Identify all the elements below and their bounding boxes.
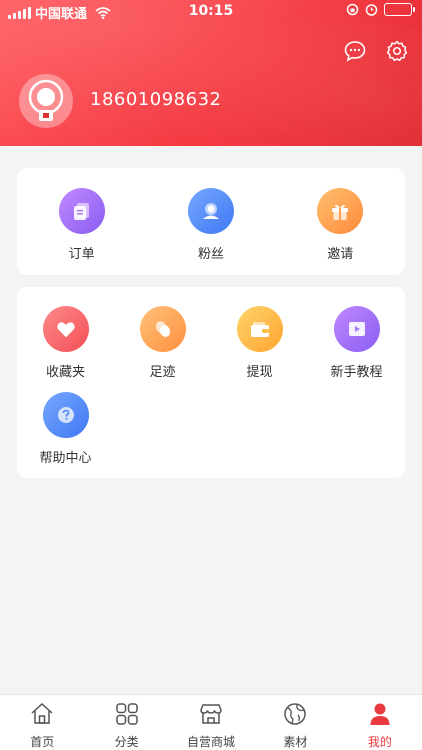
menu-item-label: 新手教程 [330,365,383,380]
status-bar: 中国联通 10:15 [0,0,422,24]
menu-item-label: 提现 [246,365,273,380]
tab-store[interactable]: 自营商城 [169,695,253,750]
footprint-icon [139,306,186,352]
fans-icon [187,188,234,234]
alarm-icon [365,3,378,16]
battery-icon [384,3,415,16]
secondary-menu-card: 收藏夹 足迹 提现 新手教程 帮助中心 [17,287,405,478]
order-icon [58,188,105,234]
menu-item-label: 粉丝 [197,247,224,262]
bottom-tab-bar: 首页 分类 自营商城 素材 我的 [0,694,422,750]
menu-item-withdraw[interactable]: 提现 [211,306,308,380]
avatar[interactable] [19,74,73,128]
wallet-icon [236,306,283,352]
menu-item-orders[interactable]: 订单 [34,188,130,262]
store-icon [198,701,224,731]
tab-label: 我的 [367,735,392,749]
gear-icon[interactable] [384,38,410,64]
menu-item-footprint[interactable]: 足迹 [114,306,211,380]
tab-materials[interactable]: 素材 [253,695,337,750]
home-icon [29,701,55,731]
profile-header: 中国联通 10:15 18601098632 [0,0,422,146]
menu-item-invite[interactable]: 邀请 [292,188,388,262]
menu-item-tutorial[interactable]: 新手教程 [308,306,405,380]
category-icon [114,701,140,731]
tab-label: 分类 [114,735,139,749]
globe-icon [282,701,308,731]
user-icon [367,701,393,731]
user-phone: 18601098632 [90,89,222,110]
heart-icon [42,306,89,352]
menu-item-favorites[interactable]: 收藏夹 [17,306,114,380]
tab-home[interactable]: 首页 [0,695,84,750]
gift-icon [317,188,364,234]
message-icon[interactable] [342,38,368,64]
menu-item-fans[interactable]: 粉丝 [163,188,259,262]
rotation-lock-icon [346,3,359,16]
menu-item-label: 订单 [68,247,95,262]
tab-label: 素材 [283,735,308,749]
primary-menu-card: 订单 粉丝 邀请 [17,168,405,275]
menu-item-label: 帮助中心 [39,451,92,466]
video-icon [333,306,380,352]
help-icon [42,392,89,438]
menu-item-label: 邀请 [327,247,354,262]
menu-item-help[interactable]: 帮助中心 [17,392,114,466]
menu-item-label: 足迹 [149,365,176,380]
tab-category[interactable]: 分类 [84,695,168,750]
tab-label: 自营商城 [187,735,236,749]
tab-mine[interactable]: 我的 [338,695,422,750]
tab-label: 首页 [30,735,55,749]
menu-item-label: 收藏夹 [45,365,85,380]
